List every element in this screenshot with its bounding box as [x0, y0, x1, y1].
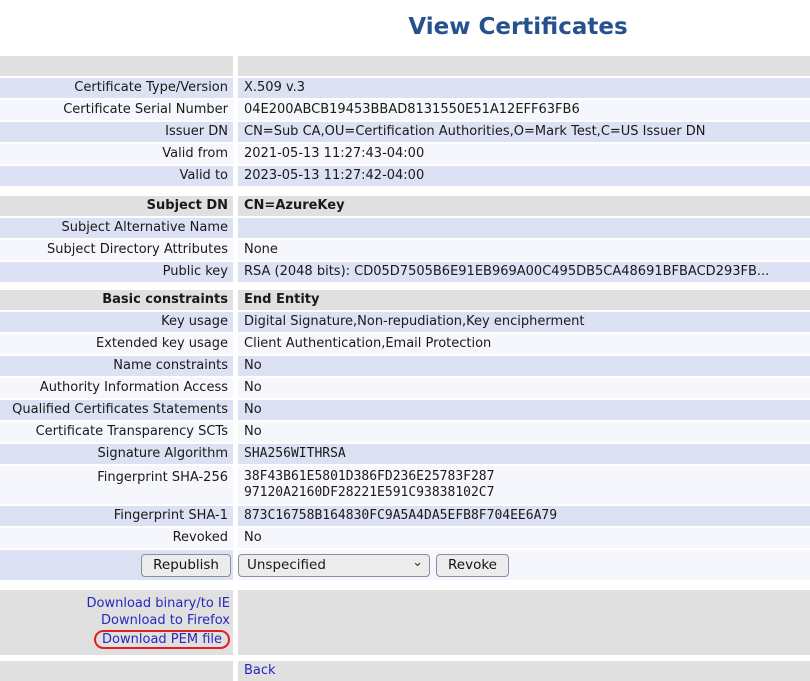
subject-dn-value: CN=AzureKey — [238, 196, 810, 216]
table-header-cell-right — [238, 56, 810, 76]
fingerprint-sha256-line2: 97120A2160DF28221E591C93838102C7 — [244, 485, 810, 501]
pem-highlight-ring: Download PEM file — [94, 630, 230, 649]
row-value: Client Authentication,Email Protection — [238, 334, 810, 354]
row-label: Extended key usage — [0, 334, 233, 354]
row-value: No — [238, 422, 810, 442]
subject-section: Subject DN CN=AzureKey Subject Alternati… — [0, 196, 810, 282]
row-label: Qualified Certificates Statements — [0, 400, 233, 420]
download-binary-link[interactable]: Download binary/to IE — [87, 596, 230, 611]
row-label: Fingerprint SHA-1 — [0, 506, 233, 526]
revocation-reason-selected: Unspecified — [247, 555, 326, 575]
fingerprint-sha1-value: 873C16758B164830FC9A5A4DA5EFB8F704EE6A79 — [238, 506, 810, 526]
download-links-cell: Download binary/to IE Download to Firefo… — [0, 590, 233, 655]
row-value: No — [238, 378, 810, 398]
back-link[interactable]: Back — [244, 663, 276, 678]
row-value: No — [238, 400, 810, 420]
fingerprint-sha256-value: 38F43B61E5801D386FD236E25783F287 97120A2… — [238, 466, 810, 504]
cert-info-section: Certificate Type/Version X.509 v.3 Certi… — [0, 56, 810, 186]
row-label: Public key — [0, 262, 233, 282]
table-header-cell-left — [0, 56, 233, 76]
row-label: Revoked — [0, 528, 233, 548]
row-label: Subject Directory Attributes — [0, 240, 233, 260]
download-firefox-link[interactable]: Download to Firefox — [101, 613, 230, 628]
row-value: 2023-05-13 11:27:42-04:00 — [238, 166, 810, 186]
row-label: Valid from — [0, 144, 233, 164]
row-label: Authority Information Access — [0, 378, 233, 398]
footer-back-cell: Back — [238, 661, 810, 681]
row-label: Issuer DN — [0, 122, 233, 142]
row-value: Digital Signature,Non-repudiation,Key en… — [238, 312, 810, 332]
page-title: View Certificates — [0, 0, 810, 56]
row-label: Signature Algorithm — [0, 444, 233, 464]
row-value: 2021-05-13 11:27:43-04:00 — [238, 144, 810, 164]
revoke-cell: Unspecified ⌄ Revoke — [238, 550, 810, 580]
row-label: Subject Alternative Name — [0, 218, 233, 238]
chevron-down-icon: ⌄ — [412, 558, 423, 568]
row-label: Fingerprint SHA-256 — [0, 466, 233, 504]
row-value — [238, 218, 810, 238]
row-value: RSA (2048 bits): CD05D7505B6E91EB969A00C… — [238, 262, 810, 282]
row-value: No — [238, 356, 810, 376]
details-section: Basic constraints End Entity Key usage D… — [0, 290, 810, 580]
footer-section: Back — [0, 661, 810, 681]
row-value: X.509 v.3 — [238, 78, 810, 98]
downloads-empty-cell — [238, 590, 810, 655]
row-label: Certificate Transparency SCTs — [0, 422, 233, 442]
row-value: No — [238, 528, 810, 548]
footer-empty-cell — [0, 661, 233, 681]
basic-constraints-value: End Entity — [238, 290, 810, 310]
revoke-button[interactable]: Revoke — [436, 554, 509, 577]
row-label: Key usage — [0, 312, 233, 332]
row-label: Certificate Type/Version — [0, 78, 233, 98]
row-label: Valid to — [0, 166, 233, 186]
republish-cell: Republish — [0, 550, 233, 580]
signature-algorithm-value: SHA256WITHRSA — [238, 444, 810, 464]
republish-button[interactable]: Republish — [141, 554, 231, 577]
row-value: 04E200ABCB19453BBAD8131550E51A12EFF63FB6 — [238, 100, 810, 120]
row-label: Certificate Serial Number — [0, 100, 233, 120]
download-pem-link[interactable]: Download PEM file — [102, 632, 222, 647]
row-value: CN=Sub CA,OU=Certification Authorities,O… — [238, 122, 810, 142]
revocation-reason-select[interactable]: Unspecified ⌄ — [238, 554, 430, 577]
downloads-section: Download binary/to IE Download to Firefo… — [0, 590, 810, 655]
row-label: Name constraints — [0, 356, 233, 376]
section-header-basic-constraints: Basic constraints — [0, 290, 233, 310]
row-value: None — [238, 240, 810, 260]
fingerprint-sha256-line1: 38F43B61E5801D386FD236E25783F287 — [244, 469, 810, 485]
section-header-subject-dn: Subject DN — [0, 196, 233, 216]
